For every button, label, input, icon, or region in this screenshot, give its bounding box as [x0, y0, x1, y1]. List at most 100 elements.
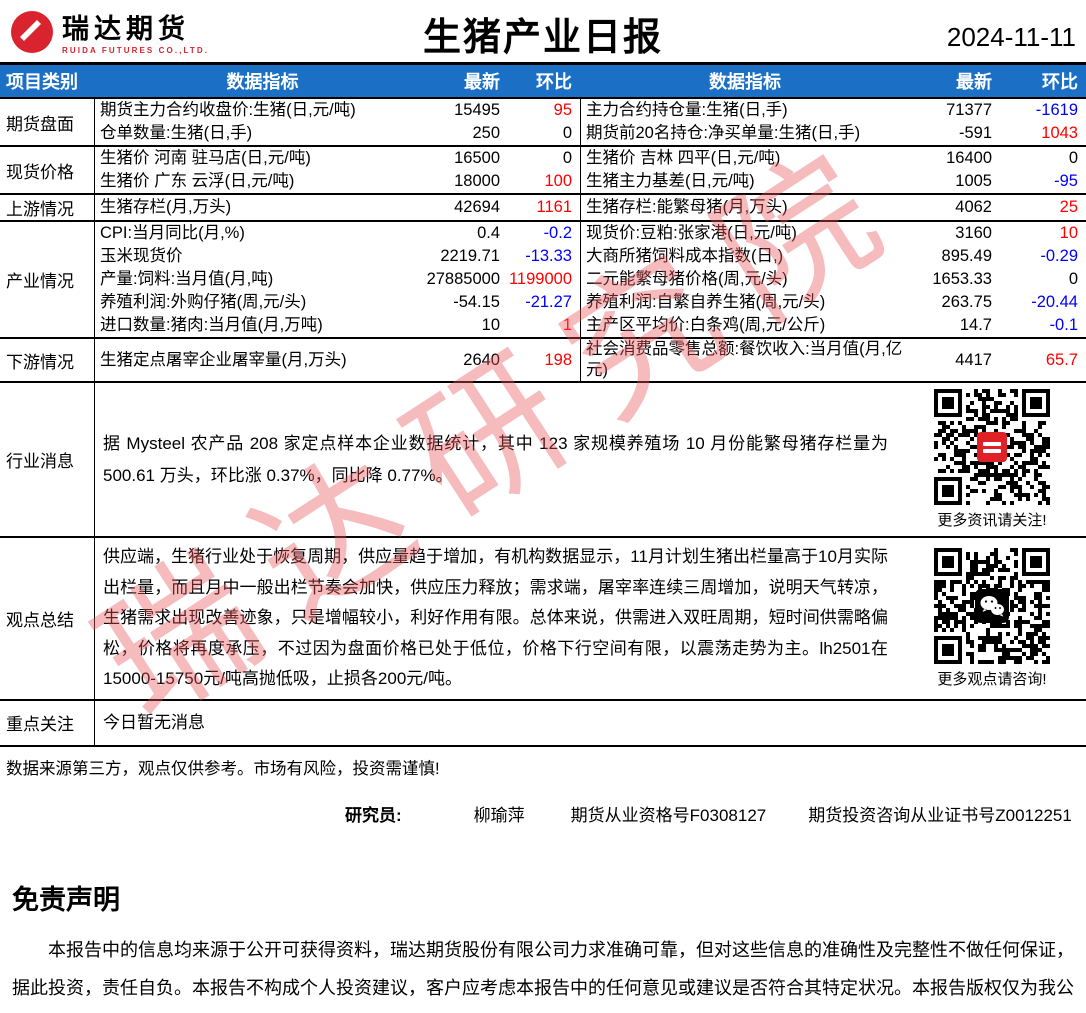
table-header-row: 项目类别 数据指标 最新 环比 数据指标 最新 环比: [0, 65, 1086, 97]
latest-value: 263.75: [941, 293, 992, 311]
indicator-label: 现货价:豆粕:张家港(日,元/吨): [580, 222, 910, 245]
category-label: 下游情况: [0, 339, 95, 381]
category-label: 期货盘面: [0, 99, 95, 145]
indicator-label: 仓单数量:生猪(日,手): [100, 124, 253, 142]
latest-value: -591: [958, 124, 992, 142]
section-opinion-summary: 观点总结 供应端，生猪行业处于恢复周期，供应量趋于增加，有机构数据显示，11月计…: [0, 536, 1086, 699]
title-bar: 瑞达期货 RUIDA FUTURES CO.,LTD. 生猪产业日报 2024-…: [0, 0, 1086, 65]
indicator-label: 养殖利润:自繁自养生猪(周,元/头): [580, 291, 910, 314]
chg-value: 10: [1059, 224, 1078, 242]
indicator-label: 生猪价 广东 云浮(日,元/吨): [100, 172, 295, 190]
chg-value: 1161: [536, 198, 572, 216]
researcher-line: 研究员: 柳瑜萍 期货从业资格号F0308127 期货投资咨询从业证书号Z001…: [0, 801, 1086, 826]
researcher-label: 研究员:: [345, 805, 402, 825]
chg-value: -0.1: [1049, 316, 1078, 334]
latest-value: 15495: [454, 101, 500, 119]
chg-value: 100: [544, 172, 572, 190]
chg-value: -20.44: [1031, 293, 1078, 311]
indicator-label: 生猪价 河南 驻马店(日,元/吨): [100, 149, 311, 167]
indicator-label: 生猪存栏:能繁母猪(月,万头): [580, 195, 910, 220]
category-label: 产业情况: [0, 222, 95, 337]
col-header-indicator-left: 数据指标: [226, 72, 299, 92]
indicator-label: 生猪价 吉林 四平(日,元/吨): [580, 147, 910, 170]
risk-note: 数据来源第三方，观点仅供参考。市场有风险，投资需谨慎!: [6, 759, 440, 778]
indicator-label: 生猪存栏(月,万头): [100, 198, 232, 216]
indicator-label: 期货主力合约收盘价:生猪(日,元/吨): [100, 101, 356, 119]
chg-value: 1: [562, 316, 572, 334]
qr-center-logo-icon: [977, 432, 1007, 462]
chg-value: -1619: [1035, 101, 1078, 119]
chg-value: -0.2: [543, 224, 572, 242]
latest-value: 71377: [946, 101, 992, 119]
col-header-latest-right: 最新: [956, 72, 992, 92]
category-label: 上游情况: [0, 195, 95, 220]
industry-news-text: 据 Mysteel 农产品 208 家定点样本企业数据统计，其中 123 家规模…: [103, 433, 888, 485]
page-title: 生猪产业日报: [422, 17, 663, 59]
latest-value: 895.49: [941, 247, 992, 265]
section-key-focus: 重点关注 今日暂无消息: [0, 698, 1086, 747]
indicator-label: 大商所猪饲料成本指数(日,): [580, 245, 910, 268]
disclaimer-heading: 免责声明: [12, 884, 120, 915]
indicator-label: 主力合约持仓量:生猪(日,手): [580, 99, 910, 122]
chg-value: -0.29: [1040, 247, 1078, 265]
chg-value: 25: [1059, 198, 1078, 216]
indicator-label: 二元能繁母猪价格(周,元/头): [580, 268, 910, 291]
col-header-latest-left: 最新: [464, 72, 500, 92]
table-section: 产业情况 CPI:当月同比(月,%) 0.4 -0.2 现货价:豆粕:张家港(日,元/吨…: [0, 220, 1086, 337]
indicator-label: 养殖利润:外购仔猪(周,元/头): [100, 293, 307, 311]
chg-value: -95: [1054, 172, 1078, 190]
indicator-label: 产量:饲料:当月值(月,吨): [100, 270, 274, 288]
latest-value: 18000: [454, 172, 500, 190]
category-label: 重点关注: [0, 700, 95, 745]
key-focus-text: 今日暂无消息: [103, 712, 205, 732]
report-date: 2024-11-11: [946, 22, 1076, 52]
chg-value: 0: [1068, 270, 1078, 288]
table-section: 现货价格 生猪价 河南 驻马店(日,元/吨) 16500 0 生猪价 吉林 四平(日,元…: [0, 145, 1086, 193]
summary-qr-caption: 更多观点请咨询!: [937, 670, 1047, 688]
col-header-indicator-right: 数据指标: [709, 72, 781, 92]
latest-value: 10: [481, 316, 500, 334]
qr-code-wechat-icon: [934, 547, 1050, 664]
qualification-number-1: 期货从业资格号F0308127: [570, 805, 767, 825]
section-industry-news: 行业消息 据 Mysteel 农产品 208 家定点样本企业数据统计，其中 12…: [0, 381, 1086, 536]
latest-value: 1005: [955, 172, 992, 190]
chg-value: 0: [562, 124, 572, 142]
table-section: 上游情况 生猪存栏(月,万头) 42694 1161 生猪存栏:能繁母猪(月,万头) 40…: [0, 193, 1086, 220]
chg-value: 0: [1068, 149, 1078, 167]
chg-value: -13.33: [525, 247, 572, 265]
col-header-chg-left: 环比: [536, 72, 572, 92]
opinion-summary-text: 供应端，生猪行业处于恢复周期，供应量趋于增加，有机构数据显示，11月计划生猪出栏…: [103, 547, 888, 688]
latest-value: 2219.71: [440, 247, 500, 265]
news-qr-block: 更多资讯请关注!: [898, 383, 1086, 536]
qr-code-news-icon: [934, 389, 1050, 505]
category-label: 行业消息: [0, 383, 95, 536]
indicator-label: 生猪定点屠宰企业屠宰量(月,万头): [100, 350, 347, 369]
col-header-chg-right: 环比: [1042, 72, 1078, 92]
wechat-icon: [975, 588, 1009, 623]
indicator-label: 进口数量:猪肉:当月值(月,万吨): [100, 316, 323, 334]
researcher-name: 柳瑜萍: [473, 805, 525, 825]
indicator-label: 期货前20名持仓:净买单量:生猪(日,手): [580, 122, 910, 145]
chg-value: -21.27: [525, 293, 572, 311]
qualification-number-2: 期货投资咨询从业证书号Z0012251: [808, 805, 1072, 825]
latest-value: 3160: [955, 224, 992, 242]
indicator-label: 社会消费品零售总额:餐饮收入:当月值(月,亿元): [580, 339, 910, 381]
col-header-category: 项目类别: [6, 72, 78, 92]
chg-value: 1043: [1041, 124, 1078, 142]
latest-value: 0.4: [477, 224, 500, 242]
table-section: 期货盘面 期货主力合约收盘价:生猪(日,元/吨) 15495 95 主力合约持仓量:生猪…: [0, 97, 1086, 145]
report-page: 瑞达期货 RUIDA FUTURES CO.,LTD. 生猪产业日报 2024-…: [0, 0, 1086, 1013]
news-qr-caption: 更多资讯请关注!: [937, 512, 1047, 529]
latest-value: 14.7: [959, 316, 992, 334]
indicator-label: 生猪主力基差(日,元/吨): [580, 170, 910, 193]
chg-value: 95: [553, 101, 572, 119]
latest-value: 16500: [454, 149, 500, 167]
latest-value: 42694: [454, 198, 500, 216]
chg-value: 198: [544, 350, 572, 369]
summary-qr-block: 更多观点请咨询!: [898, 538, 1086, 699]
latest-value: 250: [472, 124, 500, 142]
chg-value: 65.7: [1045, 350, 1078, 369]
chg-value: 1199000: [508, 270, 572, 288]
latest-value: -54.15: [453, 293, 500, 311]
table-section: 下游情况 生猪定点屠宰企业屠宰量(月,万头) 2640 198 社会消费品零售总额:餐饮…: [0, 337, 1086, 381]
